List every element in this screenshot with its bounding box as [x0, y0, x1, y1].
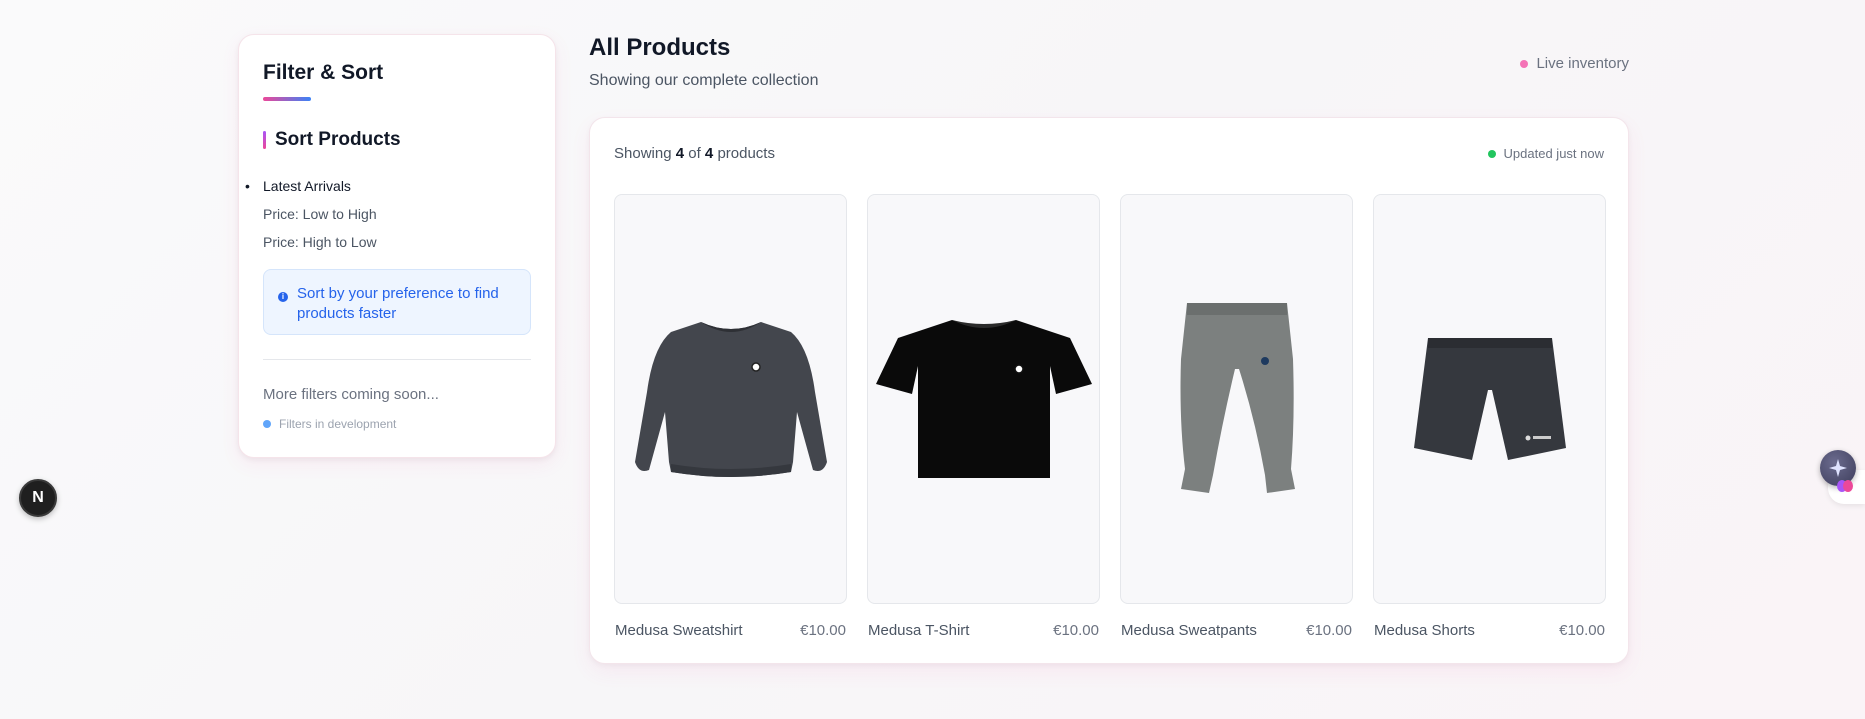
updated-status: Updated just now — [1487, 146, 1604, 161]
product-name[interactable]: Medusa Sweatshirt — [615, 622, 743, 639]
product-meta: Medusa Sweatshirt €10.00 — [614, 622, 847, 639]
sweatpants-icon — [1180, 303, 1295, 493]
count-prefix: Showing — [614, 145, 672, 162]
count-of: of — [688, 145, 701, 162]
filter-sort-sidebar: Filter & Sort Sort Products Latest Arriv… — [238, 34, 556, 458]
product-price: €10.00 — [1306, 622, 1352, 639]
live-dot-icon — [1520, 59, 1529, 68]
dev-status-dot — [263, 420, 271, 428]
product-price: €10.00 — [1559, 622, 1605, 639]
product-name[interactable]: Medusa T-Shirt — [868, 622, 969, 639]
product-card-shorts[interactable]: Medusa Shorts €10.00 — [1373, 194, 1606, 639]
updated-label: Updated just now — [1503, 146, 1604, 161]
sort-option-price-low-high[interactable]: Price: Low to High — [263, 207, 531, 235]
product-price: €10.00 — [1053, 622, 1099, 639]
product-image-tshirt[interactable] — [867, 194, 1100, 604]
product-name[interactable]: Medusa Shorts — [1374, 622, 1475, 639]
count-suffix: products — [717, 145, 775, 162]
sidebar-title: Filter & Sort — [263, 61, 384, 84]
page-subtitle: Showing our complete collection — [589, 72, 819, 89]
product-image-sweatpants[interactable] — [1120, 194, 1353, 604]
sort-option-latest-arrivals[interactable]: Latest Arrivals — [245, 179, 531, 207]
sort-section-header: Sort Products — [263, 129, 531, 151]
nextjs-dev-badge[interactable]: N — [19, 479, 57, 517]
product-count: Showing 4 of 4 products — [614, 145, 775, 162]
product-price: €10.00 — [800, 622, 846, 639]
sweatshirt-icon — [634, 321, 827, 477]
sidebar-divider — [263, 359, 531, 360]
sort-info-text: Sort by your preference to find products… — [297, 285, 499, 322]
info-icon: i — [278, 292, 288, 302]
count-shown: 4 — [675, 145, 685, 162]
dev-status: Filters in development — [263, 417, 531, 431]
sparkle-icon — [1829, 459, 1847, 477]
product-grid: Medusa Sweatshirt €10.00 Medusa T-Shirt … — [614, 194, 1606, 639]
product-card-tshirt[interactable]: Medusa T-Shirt €10.00 — [867, 194, 1100, 639]
live-inventory-label: Live inventory — [1536, 55, 1629, 72]
section-accent-bar — [263, 131, 266, 149]
product-meta: Medusa Sweatpants €10.00 — [1120, 622, 1353, 639]
brain-icon — [1837, 480, 1853, 492]
tshirt-icon — [875, 320, 1092, 478]
page-title: All Products — [589, 34, 731, 61]
sort-section-label: Sort Products — [275, 129, 401, 150]
sort-info-box: i Sort by your preference to find produc… — [263, 269, 531, 335]
updated-dot-icon — [1487, 149, 1496, 158]
sort-options-list: Latest Arrivals Price: Low to High Price… — [245, 179, 531, 263]
title-underline — [263, 97, 311, 101]
more-filters-text: More filters coming soon... — [263, 386, 439, 403]
dev-status-text: Filters in development — [279, 417, 397, 431]
product-image-sweatshirt[interactable] — [614, 194, 847, 604]
product-name[interactable]: Medusa Sweatpants — [1121, 622, 1257, 639]
products-panel: Showing 4 of 4 products Updated just now… — [589, 117, 1629, 664]
product-meta: Medusa Shorts €10.00 — [1373, 622, 1606, 639]
product-card-sweatpants[interactable]: Medusa Sweatpants €10.00 — [1120, 194, 1353, 639]
product-meta: Medusa T-Shirt €10.00 — [867, 622, 1100, 639]
product-image-shorts[interactable] — [1373, 194, 1606, 604]
live-inventory-indicator: Live inventory — [1520, 55, 1629, 72]
sort-option-price-high-low[interactable]: Price: High to Low — [263, 235, 531, 263]
shorts-icon — [1413, 338, 1566, 460]
product-card-sweatshirt[interactable]: Medusa Sweatshirt €10.00 — [614, 194, 847, 639]
count-total: 4 — [704, 145, 714, 162]
